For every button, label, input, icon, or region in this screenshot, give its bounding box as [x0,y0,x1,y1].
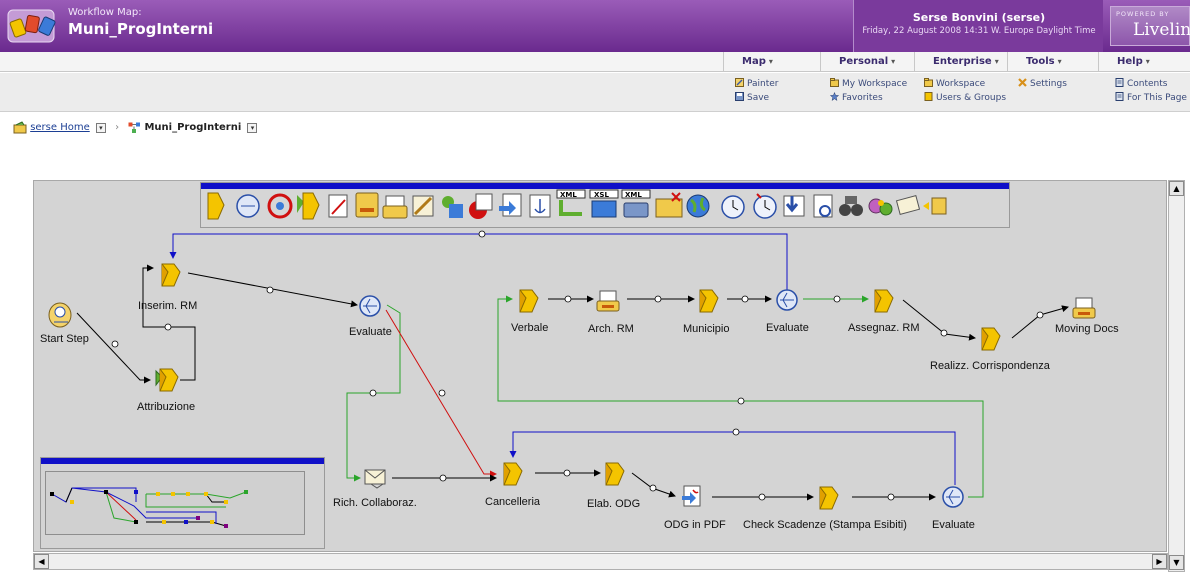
user-step-icon[interactable] [819,486,839,510]
horizontal-scrollbar[interactable]: ◀ ▶ [33,553,1168,570]
print-icon[interactable] [1072,297,1096,319]
pdf-icon[interactable] [682,485,701,507]
node-label[interactable]: Elab. ODG [587,498,640,510]
overview-minimap[interactable] [40,457,325,549]
node-label[interactable]: Realizz. Corrispondenza [930,360,1050,372]
node-label[interactable]: Municipio [683,323,729,335]
user-step-icon[interactable] [161,263,181,287]
evaluate-icon[interactable] [359,295,381,317]
node-label[interactable]: Moving Docs [1055,323,1119,335]
scroll-down-icon[interactable]: ▼ [1169,555,1184,570]
print-icon[interactable] [596,290,620,312]
user-step-icon[interactable] [874,289,894,313]
node-label[interactable]: Assegnaz. RM [848,322,920,334]
scroll-right-icon[interactable]: ▶ [1152,554,1167,569]
evaluate-icon[interactable] [776,289,798,311]
node-label[interactable]: ODG in PDF [664,519,726,531]
node-label[interactable]: Attribuzione [137,401,195,413]
minimap-graph [50,487,248,528]
scroll-up-icon[interactable]: ▲ [1169,181,1184,196]
start-step-icon[interactable] [48,302,72,328]
user-step-icon[interactable] [519,289,539,313]
vertical-scrollbar[interactable]: ▲ ▼ [1168,180,1185,572]
node-label[interactable]: Start Step [40,333,89,345]
user-group-step-icon[interactable] [155,368,179,392]
scroll-left-icon[interactable]: ◀ [34,554,49,569]
minimap-viewport[interactable] [45,471,305,535]
node-label[interactable]: Cancelleria [485,496,540,508]
node-label[interactable]: Evaluate [349,326,392,338]
user-step-icon[interactable] [981,327,1001,351]
user-step-icon[interactable] [605,462,625,486]
collaborate-icon[interactable] [364,469,386,489]
node-label[interactable]: Verbale [511,322,548,334]
user-step-icon[interactable] [699,289,719,313]
node-label[interactable]: Rich. Collaboraz. [333,497,417,509]
node-label[interactable]: Inserim. RM [138,300,197,312]
minimap-title-bar[interactable] [41,458,324,464]
node-label[interactable]: Check Scadenze (Stampa Esibiti) [743,519,907,531]
node-label[interactable]: Evaluate [932,519,975,531]
node-label[interactable]: Arch. RM [588,323,634,335]
node-label[interactable]: Evaluate [766,322,809,334]
evaluate-icon[interactable] [942,486,964,508]
user-step-icon[interactable] [503,462,523,486]
